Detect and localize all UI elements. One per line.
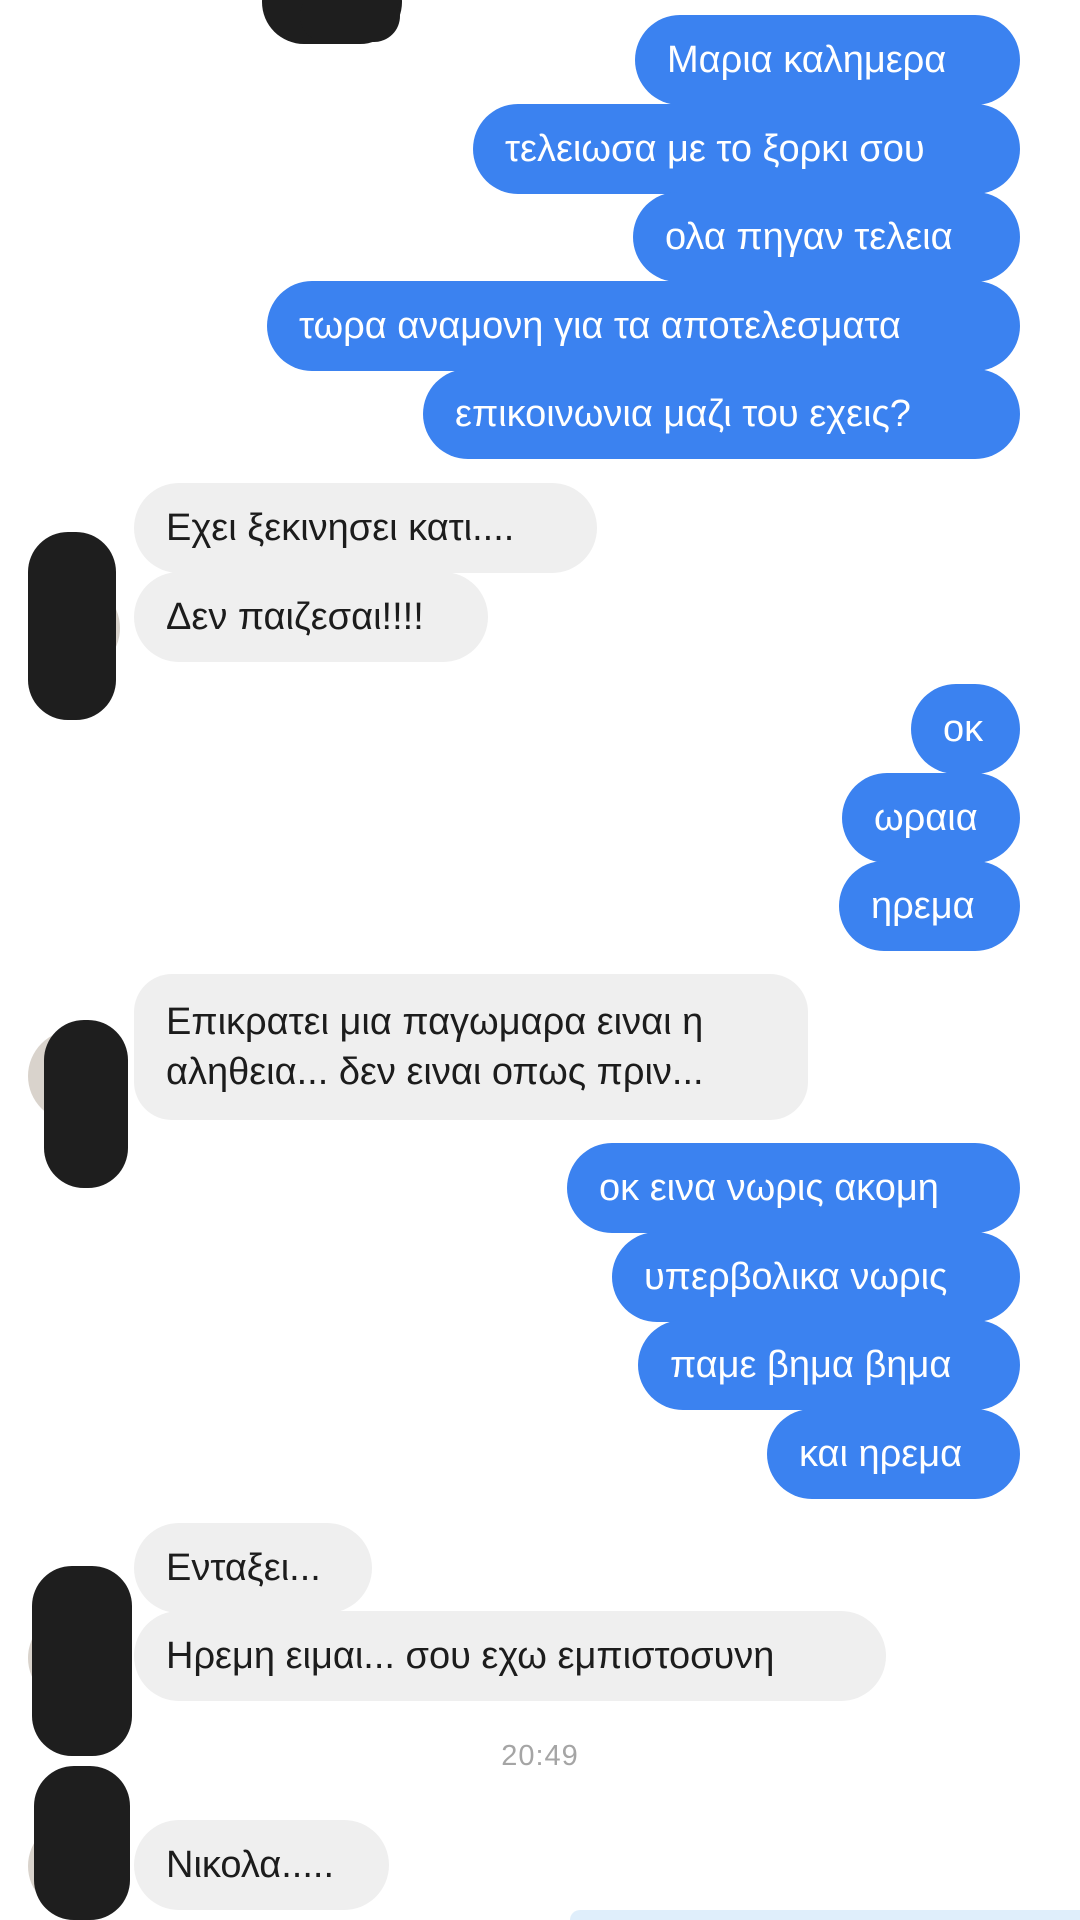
- outgoing-message[interactable]: και ηρεμα: [767, 1409, 1020, 1499]
- outgoing-message[interactable]: επικοινωνια μαζι του εχεις?: [423, 369, 1020, 459]
- redaction-mark: [300, 0, 400, 42]
- message-thread: Μαρια καλημερα τελειωσα με το ξορκι σου …: [0, 0, 1080, 1920]
- outgoing-message[interactable]: ωραια: [842, 773, 1020, 863]
- outgoing-message[interactable]: τωρα αναμονη για τα αποτελεσματα: [267, 281, 1020, 371]
- redaction-mark: [34, 1766, 130, 1920]
- incoming-message[interactable]: Ενταξει...: [134, 1523, 372, 1613]
- redaction-mark: [28, 532, 116, 720]
- composer-edge: [570, 1910, 1080, 1920]
- redaction-mark: [44, 1020, 128, 1188]
- redaction-mark: [32, 1566, 132, 1756]
- outgoing-message[interactable]: Μαρια καλημερα: [635, 15, 1020, 105]
- incoming-message[interactable]: Επικρατει μια παγωμαρα ειναι η αληθεια..…: [134, 974, 808, 1120]
- incoming-message[interactable]: Νικολα.....: [134, 1820, 389, 1910]
- outgoing-message[interactable]: παμε βημα βημα: [638, 1320, 1020, 1410]
- outgoing-message[interactable]: ηρεμα: [839, 861, 1020, 951]
- incoming-message[interactable]: Δεν παιζεσαι!!!!: [134, 572, 488, 662]
- incoming-message[interactable]: Εχει ξεκινησει κατι....: [134, 483, 597, 573]
- outgoing-message[interactable]: υπερβολικα νωρις: [612, 1232, 1020, 1322]
- message-timestamp: 20:49: [501, 1740, 579, 1772]
- incoming-message[interactable]: Ηρεμη ειμαι... σου εχω εμπιστοσυνη: [134, 1611, 886, 1701]
- outgoing-message[interactable]: ολα πηγαν τελεια: [633, 192, 1020, 282]
- outgoing-message[interactable]: οκ εινα νωρις ακομη: [567, 1143, 1020, 1233]
- outgoing-message[interactable]: οκ: [911, 684, 1020, 774]
- outgoing-message[interactable]: τελειωσα με το ξορκι σου: [473, 104, 1020, 194]
